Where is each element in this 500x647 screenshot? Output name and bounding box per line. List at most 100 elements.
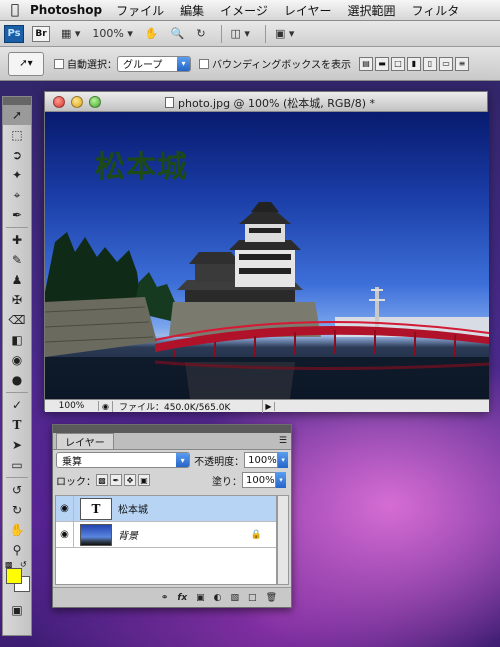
foreground-color-swatch[interactable] [6, 568, 22, 584]
dodge-tool-icon[interactable]: ● [3, 370, 31, 390]
layer-row-background[interactable]: ◉ 背景 🔒 [56, 521, 276, 548]
status-info-icon[interactable]: ◉ [99, 400, 113, 412]
eraser-tool-icon[interactable]: ⌫ [3, 310, 31, 330]
zoom-level-dropdown[interactable]: 100% ▾ [89, 25, 135, 43]
quick-select-tool-icon[interactable]: ✦ [3, 165, 31, 185]
text-layer-thumbnail: T [80, 497, 112, 520]
auto-select-group: 自動選択： グループ ▾ [54, 55, 191, 72]
arrange-documents-button[interactable]: ◫ ▾ [228, 25, 253, 43]
status-file-info: ファイル：450.0K/565.0K [113, 399, 263, 413]
mask-icon[interactable]: ▣ [196, 593, 205, 603]
divider [6, 392, 28, 393]
folder-icon[interactable]: ▧ [231, 593, 240, 603]
zoom-icon[interactable]: ⚲ [3, 540, 31, 560]
lock-position-icon[interactable]: ✥ [124, 474, 136, 486]
marquee-tool-icon[interactable]: ⬚ [3, 125, 31, 145]
adjustment-icon[interactable]: ◐ [214, 593, 222, 603]
menu-image[interactable]: イメージ [220, 2, 268, 19]
zoom-icon[interactable]: 🔍 [168, 25, 188, 43]
close-button[interactable] [53, 95, 65, 108]
menu-layer[interactable]: レイヤー [284, 2, 332, 19]
menu-filter[interactable]: フィルタ [412, 2, 460, 19]
lock-transparency-icon[interactable]: ▩ [96, 474, 108, 486]
lock-pixels-icon[interactable]: ✒ [110, 474, 122, 486]
screen-mode-button[interactable]: ▣ ▾ [272, 25, 297, 43]
auto-select-dropdown[interactable]: グループ ▾ [117, 55, 191, 72]
panel-grip[interactable] [3, 97, 31, 105]
crop-tool-icon[interactable]: ⌖ [3, 185, 31, 205]
move-tool-icon[interactable]: ➚ [3, 105, 31, 125]
lasso-tool-icon[interactable]: ➲ [3, 145, 31, 165]
fill-input[interactable]: 100% [242, 472, 276, 488]
align-buttons: ▤ ▬ □ ▮ ▯ ▭ ≡ [359, 56, 471, 71]
layer-name: 背景 [118, 531, 138, 542]
document-title: photo.jpg @ 100% (松本城, RGB/8) * [165, 95, 375, 111]
brush-tool-icon[interactable]: ✎ [3, 250, 31, 270]
minimize-button[interactable] [71, 95, 83, 108]
history-brush-icon[interactable]: ✠ [3, 290, 31, 310]
document-titlebar[interactable]: photo.jpg @ 100% (松本城, RGB/8) * [45, 92, 487, 112]
path-select-icon[interactable]: ➤ [3, 435, 31, 455]
zoom-button[interactable] [89, 95, 101, 108]
menu-edit[interactable]: 編集 [180, 2, 204, 19]
new-layer-icon[interactable]: □ [248, 593, 257, 603]
stamp-tool-icon[interactable]: ♟ [3, 270, 31, 290]
eyedropper-tool-icon[interactable]: ✒ [3, 205, 31, 225]
auto-select-label: 自動選択： [67, 60, 117, 71]
menu-file[interactable]: ファイル [116, 2, 164, 19]
healing-brush-icon[interactable]: ✚ [3, 230, 31, 250]
status-zoom-field[interactable]: 100% [45, 401, 99, 411]
tool-preset-picker[interactable]: ➚ ▾ [8, 51, 44, 76]
quick-mask-icon[interactable]: ▣ [3, 600, 31, 620]
fill-stepper[interactable]: ▾ [276, 472, 286, 488]
layer-row-text[interactable]: ◉ T 松本城 [56, 495, 276, 522]
link-icon[interactable]: ⚭ [161, 593, 169, 603]
status-menu-arrow-icon[interactable]: ▶ [263, 401, 275, 411]
photoshop-logo: Ps [4, 24, 24, 43]
blend-mode-dropdown[interactable]: 乗算 ▾ [56, 452, 191, 468]
opacity-input[interactable]: 100% [244, 452, 279, 468]
eye-icon[interactable]: ◉ [56, 495, 74, 522]
image-layer-thumbnail [80, 523, 112, 546]
bounding-box-checkbox[interactable] [199, 58, 209, 69]
align-right-icon[interactable]: ▭ [439, 56, 453, 71]
lock-all-icon[interactable]: ▣ [138, 474, 150, 486]
image-canvas[interactable]: 松本城 [45, 112, 489, 399]
3d-orbit-icon[interactable]: ↻ [3, 500, 31, 520]
align-center-icon[interactable]: ▯ [423, 56, 437, 71]
menu-app-name[interactable]: Photoshop [30, 3, 102, 17]
align-middle-icon[interactable]: ▬ [375, 56, 389, 71]
panel-grip[interactable] [53, 425, 291, 433]
menu-select[interactable]: 選択範囲 [348, 2, 396, 19]
window-controls [53, 95, 107, 108]
divider [264, 24, 266, 43]
blur-tool-icon[interactable]: ◉ [3, 350, 31, 370]
panel-menu-icon[interactable]: ☰ [279, 436, 287, 446]
opacity-stepper[interactable]: ▾ [278, 452, 288, 468]
view-extras-button[interactable]: ▦ ▾ [58, 25, 83, 43]
chevron-down-icon: ▾ [176, 453, 190, 467]
pen-tool-icon[interactable]: ✓ [3, 395, 31, 415]
rotate-view-icon[interactable]: ↻ [193, 25, 208, 43]
shape-tool-icon[interactable]: ▭ [3, 455, 31, 475]
layers-panel-tabs: レイヤー ☰ [53, 433, 291, 450]
layer-list-scrollbar[interactable] [277, 495, 289, 585]
text-layer-content: 松本城 [95, 150, 188, 185]
tab-layers[interactable]: レイヤー [56, 433, 114, 449]
bridge-button[interactable]: Br [32, 25, 50, 42]
hand-icon[interactable]: ✋ [3, 520, 31, 540]
hand-icon[interactable]: ✋ [142, 25, 162, 43]
gradient-tool-icon[interactable]: ◧ [3, 330, 31, 350]
trash-icon[interactable]: 🗑 [266, 593, 277, 603]
apple-icon[interactable]:  [0, 2, 30, 18]
3d-rotate-icon[interactable]: ↺ [3, 480, 31, 500]
distribute-icon[interactable]: ≡ [455, 56, 469, 71]
eye-icon[interactable]: ◉ [56, 521, 74, 548]
fx-icon[interactable]: fx [177, 593, 187, 603]
align-left-icon[interactable]: ▮ [407, 56, 421, 71]
align-bottom-icon[interactable]: □ [391, 56, 405, 71]
divider [220, 24, 222, 43]
align-top-icon[interactable]: ▤ [359, 56, 373, 71]
type-tool-icon[interactable]: T [3, 415, 31, 435]
auto-select-checkbox[interactable] [54, 58, 64, 69]
